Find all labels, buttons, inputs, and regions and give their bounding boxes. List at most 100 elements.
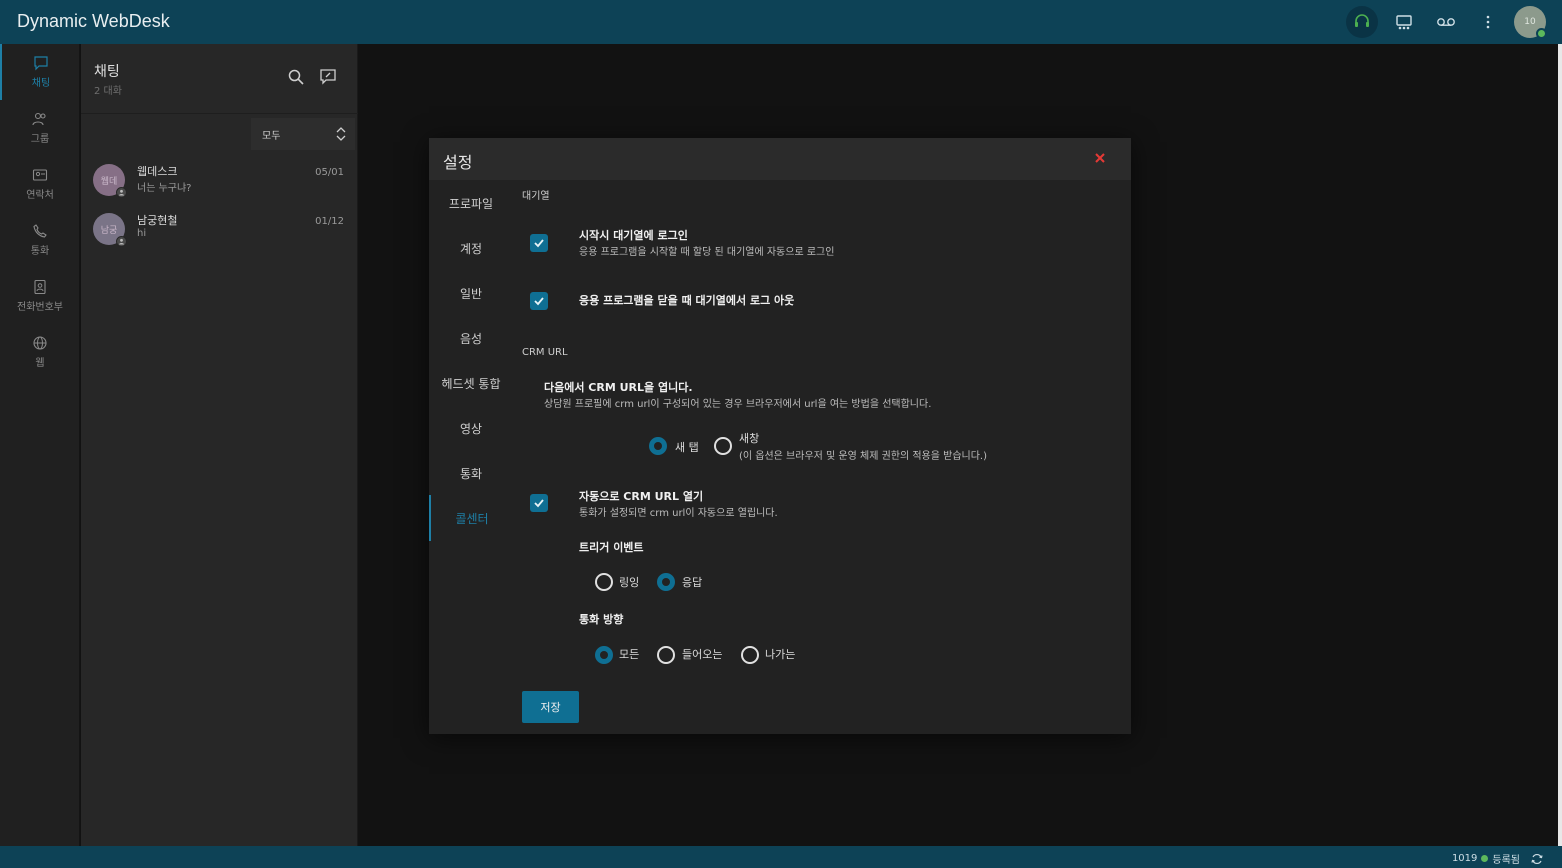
logout-on-close-title: 응용 프로그램을 닫을 때 대기열에서 로그 아웃 — [579, 294, 795, 307]
phonebook-icon — [34, 279, 46, 295]
headset-icon — [1355, 14, 1369, 27]
close-icon[interactable] — [1093, 151, 1107, 165]
refresh-icon[interactable] — [1530, 853, 1544, 865]
crm-new-window-note: (이 옵션은 브라우저 및 운영 체제 권한의 적용을 받습니다.) — [739, 451, 988, 462]
voicemail-icon — [1437, 18, 1455, 26]
tab-account[interactable]: 계정 — [429, 225, 513, 271]
avatar: 남궁 — [93, 213, 127, 247]
tab-calls[interactable]: 통화 — [429, 450, 513, 496]
crm-section-label: CRM URL — [522, 347, 568, 358]
login-on-start-checkbox[interactable] — [530, 234, 548, 252]
trigger-ringing-radio[interactable] — [595, 573, 613, 591]
trigger-answer-label: 응답 — [682, 576, 703, 589]
globe-icon — [33, 336, 47, 350]
nav-item-chat[interactable]: 채팅 — [0, 44, 80, 100]
new-chat-icon[interactable] — [319, 68, 337, 86]
direction-incoming-radio[interactable] — [657, 646, 675, 664]
auto-open-crm-checkbox[interactable] — [530, 494, 548, 512]
check-icon — [534, 239, 544, 248]
conversation-date: 01/12 — [315, 216, 344, 227]
nav-item-group[interactable]: 그룹 — [0, 100, 80, 156]
person-icon — [116, 236, 127, 247]
chat-panel: 채팅 2 대화 모두 웹데 웹데스크 너는 누구냐? 05/01 남궁 남궁현철… — [81, 44, 358, 846]
user-avatar[interactable]: 10 — [1514, 6, 1547, 39]
tab-voice[interactable]: 음성 — [429, 315, 513, 361]
login-on-start-desc: 응용 프로그램을 시작할 때 할당 된 대기열에 자동으로 로그인 — [579, 247, 835, 258]
person-icon — [116, 187, 127, 198]
call-direction-title: 통화 방향 — [579, 613, 624, 626]
tab-call-center[interactable]: 콜센터 — [429, 495, 513, 541]
conversation-name: 남궁현철 — [137, 214, 178, 227]
voicemail-button[interactable] — [1430, 6, 1462, 38]
nav-label: 통화 — [30, 246, 50, 257]
registration-status: 1019 등록됨 — [1452, 851, 1544, 866]
window-edge — [1558, 44, 1562, 846]
conversation-item[interactable]: 남궁 남궁현철 hi 01/12 — [81, 209, 358, 257]
tab-general[interactable]: 일반 — [429, 270, 513, 316]
tab-video[interactable]: 영상 — [429, 405, 513, 451]
direction-outgoing-radio[interactable] — [741, 646, 759, 664]
crm-new-tab-radio[interactable] — [649, 437, 667, 455]
search-icon[interactable] — [287, 68, 305, 86]
direction-incoming-label: 들어오는 — [682, 648, 723, 661]
auto-open-crm-title: 자동으로 CRM URL 열기 — [579, 490, 704, 503]
avatar: 웹데 — [93, 164, 127, 198]
top-bar: Dynamic WebDesk 10 — [0, 0, 1562, 44]
more-menu-button[interactable] — [1472, 6, 1504, 38]
check-icon — [534, 297, 544, 306]
phone-icon — [33, 224, 47, 238]
nav-label: 채팅 — [31, 78, 51, 89]
crm-new-window-label: 새창 — [739, 432, 760, 445]
avatar-text: 남궁 — [100, 225, 118, 236]
settings-dialog: 설정 프로파일 계정 일반 음성 헤드셋 통합 영상 통화 콜센터 대기열 시작… — [429, 138, 1131, 734]
check-icon — [534, 499, 544, 508]
nav-label: 전화번호부 — [17, 302, 63, 313]
conversation-filter-select[interactable]: 모두 — [251, 118, 355, 150]
direction-all-radio[interactable] — [595, 646, 613, 664]
contacts-icon — [32, 169, 48, 181]
auto-open-crm-desc: 통화가 설정되면 crm url이 자동으로 열립니다. — [579, 508, 778, 519]
crm-open-title: 다음에서 CRM URL을 엽니다. — [544, 381, 693, 394]
save-button[interactable]: 저장 — [522, 691, 579, 723]
crm-new-tab-label: 새 탭 — [675, 441, 699, 454]
trigger-event-title: 트리거 이벤트 — [579, 541, 644, 554]
dialog-title: 설정 — [443, 153, 473, 172]
tab-profile[interactable]: 프로파일 — [429, 180, 513, 226]
registration-status-dot — [1481, 855, 1489, 862]
nav-item-contacts[interactable]: 연락처 — [0, 156, 80, 212]
registration-state: 등록됨 — [1492, 855, 1520, 866]
chat-title: 채팅 — [94, 64, 120, 80]
status-bar: 1019 등록됨 — [0, 846, 1562, 868]
more-vertical-icon — [1486, 15, 1490, 29]
conversation-date: 05/01 — [315, 167, 344, 178]
presence-status-dot — [1536, 28, 1547, 39]
headset-status-button[interactable] — [1346, 6, 1378, 38]
chat-count: 2 대화 — [94, 86, 122, 97]
filter-value: 모두 — [262, 131, 281, 142]
call-center-settings: 대기열 시작시 대기열에 로그인 응용 프로그램을 시작할 때 할당 된 대기열… — [522, 180, 1122, 730]
crm-open-desc: 상담원 프로필에 crm url이 구성되어 있는 경우 브라우저에서 url을… — [544, 399, 932, 410]
nav-label: 연락처 — [26, 190, 54, 201]
app-title: Dynamic WebDesk — [17, 11, 170, 31]
left-navigation: 채팅 그룹 연락처 통화 전화번호부 웹 — [0, 44, 80, 846]
conference-button[interactable] — [1388, 6, 1420, 38]
conversation-name: 웹데스크 — [137, 165, 178, 178]
conversation-item[interactable]: 웹데 웹데스크 너는 누구냐? 05/01 — [81, 160, 358, 208]
nav-label: 그룹 — [30, 134, 50, 145]
crm-new-window-radio[interactable] — [714, 437, 732, 455]
group-icon — [32, 112, 46, 126]
trigger-answer-radio[interactable] — [657, 573, 675, 591]
queue-section-label: 대기열 — [522, 191, 550, 202]
trigger-ringing-label: 링잉 — [619, 576, 640, 589]
nav-item-web[interactable]: 웹 — [0, 324, 80, 380]
avatar-text: 웹데 — [100, 176, 118, 187]
logout-on-close-checkbox[interactable] — [530, 292, 548, 310]
tab-headset[interactable]: 헤드셋 통합 — [429, 360, 513, 406]
extension-number: 1019 — [1451, 853, 1478, 864]
chevron-updown-icon — [336, 127, 346, 141]
dialog-header: 설정 — [429, 138, 1131, 180]
nav-item-calls[interactable]: 통화 — [0, 212, 80, 268]
chat-header: 채팅 2 대화 — [81, 44, 358, 114]
conference-icon — [1396, 15, 1412, 30]
nav-item-phonebook[interactable]: 전화번호부 — [0, 268, 80, 324]
